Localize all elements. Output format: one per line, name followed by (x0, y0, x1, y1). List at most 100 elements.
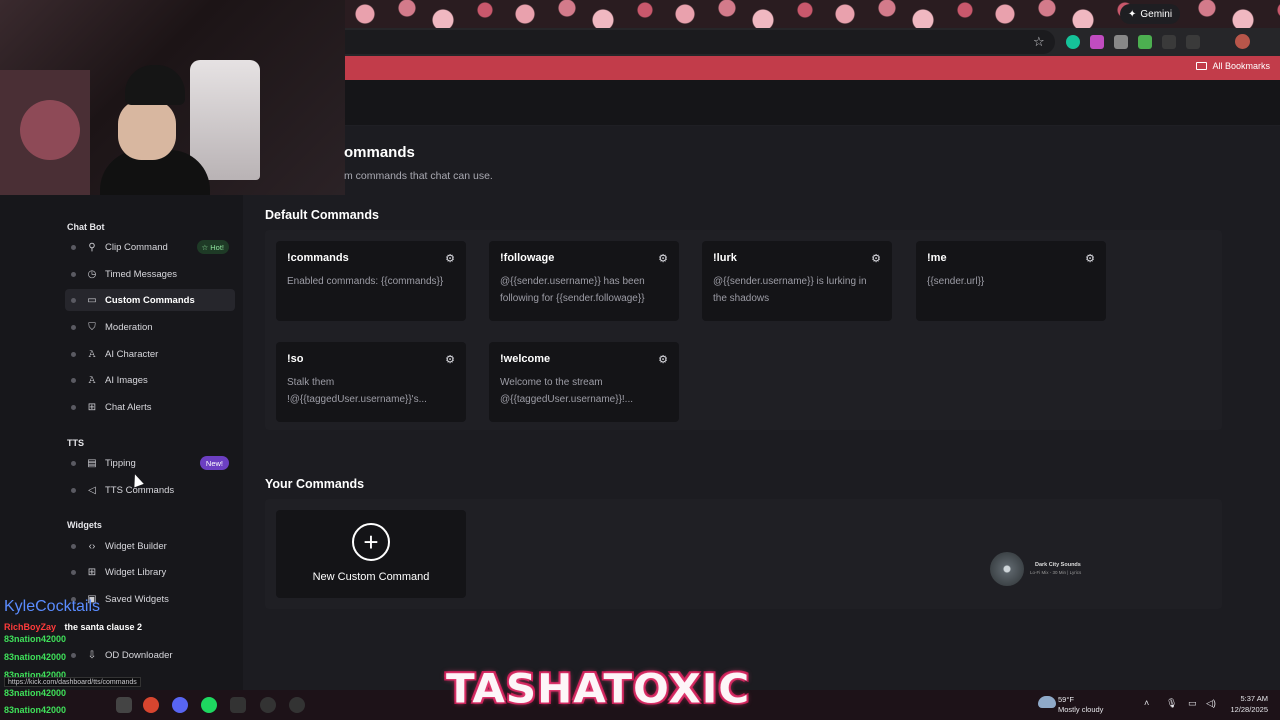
command-card[interactable]: !followage @{{sender.username}} has been… (489, 241, 679, 321)
task-view-icon[interactable] (116, 697, 132, 713)
sliders-icon[interactable]: ⚙ (445, 353, 455, 366)
sidebar-item-tts-commands[interactable]: ◁ TTS Commands (65, 479, 235, 501)
command-card[interactable]: !me {{sender.url}} ⚙ (916, 241, 1106, 321)
sidebar-item-label: Custom Commands (105, 294, 195, 306)
extensions-bar (1066, 35, 1200, 49)
new-badge: New! (199, 456, 229, 470)
app-icon[interactable] (230, 697, 246, 713)
command-description: @{{sender.username}} has been following … (500, 276, 645, 304)
chat-username: 83nation42000 (4, 705, 67, 715)
app-header (345, 80, 1280, 126)
webcam-overlay (0, 0, 345, 195)
plus-icon: + (352, 523, 390, 561)
bookmark-star-icon[interactable]: ☆ (1033, 34, 1045, 50)
clock-time[interactable]: 5:37 AM (1222, 694, 1268, 703)
chat-message: 83nation42000 (4, 634, 66, 644)
default-commands-title: Default Commands (265, 208, 379, 222)
status-url: https://kick.com/dashboard/tts/commands (4, 677, 141, 687)
folder-icon (1196, 62, 1208, 70)
extension-icon[interactable] (1186, 35, 1200, 49)
chrome-icon[interactable] (143, 697, 159, 713)
sliders-icon[interactable]: ⚙ (1085, 252, 1095, 265)
sidebar-item-timed-messages[interactable]: ◷ Timed Messages (65, 263, 235, 285)
sidebar-item-ai-character[interactable]: 𝙰 AI Character (65, 343, 235, 365)
chat-text: the santa clause 2 (64, 622, 143, 632)
spotify-icon[interactable] (201, 697, 217, 713)
clock-icon: ◷ (87, 268, 97, 280)
command-icon: ▭ (87, 294, 97, 306)
grammarly-icon[interactable] (1066, 35, 1080, 49)
vinyl-icon (990, 552, 1024, 586)
sliders-icon[interactable]: ⚙ (658, 252, 668, 265)
command-card[interactable]: !so Stalk them !@{{taggedUser.username}}… (276, 342, 466, 422)
bookmarks-bar: All Bookmarks (345, 56, 1280, 80)
nav-dot (71, 271, 76, 277)
extension-icon[interactable] (1090, 35, 1104, 49)
new-custom-command-button[interactable]: + New Custom Command (276, 510, 466, 598)
sidebar-item-label: Timed Messages (105, 268, 177, 280)
chat-message: 83nation42000 (4, 652, 66, 662)
sliders-icon[interactable]: ⚙ (658, 353, 668, 366)
download-icon: ⇩ (87, 649, 97, 661)
sliders-icon[interactable]: ⚙ (445, 252, 455, 265)
sidebar-section-tts: TTS (67, 438, 84, 448)
weather-desc: Mostly cloudy (1058, 705, 1104, 714)
command-card[interactable]: !welcome Welcome to the stream @{{tagged… (489, 342, 679, 422)
nav-dot (71, 652, 76, 658)
chat-message: 83nation42000 (4, 688, 66, 698)
hot-badge: ☆ Hot! (196, 240, 229, 254)
command-name: !followage (500, 252, 555, 264)
new-custom-command-label: New Custom Command (312, 571, 430, 583)
shield-extension-icon[interactable] (1138, 35, 1152, 49)
sidebar-item-od-downloader[interactable]: ⇩ OD Downloader (65, 644, 235, 666)
tip-icon: ▤ (87, 457, 97, 469)
sidebar-item-moderation[interactable]: ⛉ Moderation (65, 316, 235, 338)
obs-icon[interactable] (260, 697, 276, 713)
all-bookmarks[interactable]: All Bookmarks (1196, 61, 1270, 71)
sliders-icon[interactable]: ⚙ (871, 252, 881, 265)
nav-dot (71, 351, 76, 357)
clock-date[interactable]: 12/28/2025 (1222, 705, 1268, 714)
sidebar-item-label: AI Character (105, 348, 159, 360)
app-icon[interactable] (289, 697, 305, 713)
nav-dot (71, 244, 76, 250)
nav-dot (71, 487, 76, 493)
extension-icon[interactable] (1162, 35, 1176, 49)
webcam-person (125, 65, 185, 105)
mic-icon[interactable]: 🎙 (1166, 698, 1177, 709)
command-card[interactable]: !lurk @{{sender.username}} is lurking in… (702, 241, 892, 321)
extension-icon[interactable] (1114, 35, 1128, 49)
sidebar-item-chat-alerts[interactable]: ⊞ Chat Alerts (65, 396, 235, 418)
command-card[interactable]: !commands Enabled commands: {{commands}}… (276, 241, 466, 321)
network-icon[interactable]: ▭ (1188, 698, 1197, 709)
track-title: Dark City Sounds (1035, 562, 1081, 568)
sidebar-item-ai-images[interactable]: 𝙰 AI Images (65, 369, 235, 391)
ai-icon: 𝙰 (88, 374, 96, 386)
sidebar-item-label: Moderation (105, 321, 153, 333)
shield-icon: ⛉ (88, 321, 96, 333)
sidebar-item-custom-commands[interactable]: ▭ Custom Commands (65, 289, 235, 311)
screen: ✦ Gemini ☆ All Bookmarks Chat Bot ⚲ Clip… (0, 0, 1280, 720)
profile-avatar[interactable] (1235, 34, 1250, 49)
page-title: ommands (344, 144, 415, 161)
sparkle-icon: ✦ (1128, 8, 1137, 20)
nav-dot (71, 569, 76, 575)
address-bar[interactable] (345, 30, 1055, 54)
now-playing-widget: Dark City Sounds Lo-Fi Mix - 30 Min | Ly… (990, 552, 1110, 586)
command-description: Stalk them !@{{taggedUser.username}}'s..… (287, 377, 427, 405)
gemini-label: Gemini (1140, 8, 1173, 20)
sidebar-item-label: TTS Commands (105, 484, 175, 496)
sidebar-item-clip-command[interactable]: ⚲ Clip Command ☆ Hot! (65, 236, 235, 258)
sidebar-item-tipping[interactable]: ▤ Tipping New! (65, 452, 235, 474)
chat-message: RichBoyZay the santa clause 2 (4, 617, 142, 635)
chat-username: 83nation42000 (4, 688, 67, 698)
sidebar-item-widget-library[interactable]: ⊞ Widget Library (65, 561, 235, 583)
hot-badge-label: Hot! (210, 242, 224, 252)
gemini-button[interactable]: ✦ Gemini (1120, 4, 1181, 24)
command-description: {{sender.url}} (927, 276, 985, 287)
command-description: Welcome to the stream @{{taggedUser.user… (500, 377, 634, 405)
tray-overflow-icon[interactable]: ˄ (1144, 698, 1149, 708)
discord-icon[interactable] (172, 697, 188, 713)
volume-icon[interactable]: ◁) (1206, 698, 1216, 709)
sidebar-item-widget-builder[interactable]: ‹› Widget Builder (65, 535, 235, 557)
